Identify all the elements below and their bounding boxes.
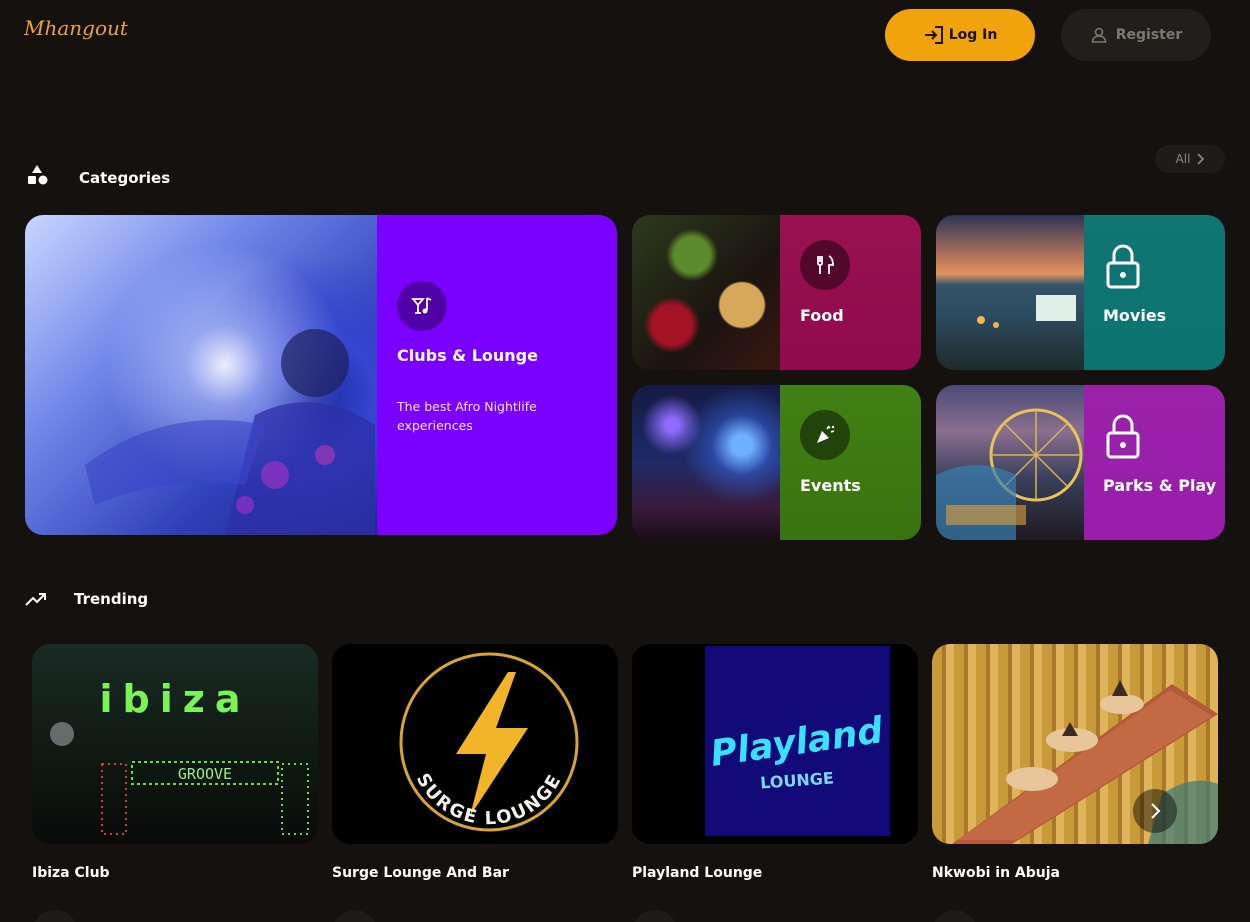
clubs-panel bbox=[377, 215, 617, 535]
category-card-events[interactable]: Events bbox=[632, 385, 921, 540]
trending-up-icon bbox=[25, 593, 46, 606]
ibiza-sign-illustration: ibiza GROOVE bbox=[50, 677, 309, 835]
brand-logo[interactable]: Mhangout bbox=[23, 14, 129, 46]
login-icon bbox=[924, 26, 943, 44]
ibiza-favorite-button[interactable] bbox=[32, 910, 78, 922]
surge-favorite-button[interactable] bbox=[332, 910, 378, 922]
cocktail-music-icon bbox=[397, 281, 447, 331]
surge-logo-illustration: SURGE LOUNGE bbox=[399, 652, 579, 832]
ibiza-groove-text: GROOVE bbox=[178, 765, 232, 783]
surge-image: SURGE LOUNGE bbox=[332, 644, 618, 844]
food-panel bbox=[780, 215, 921, 370]
parks-play-label: Parks & Play bbox=[1103, 476, 1217, 495]
playland-sign-illustration: Playland LOUNGE bbox=[705, 646, 890, 836]
beach-screen-illustration bbox=[977, 295, 1076, 328]
trending-item-nkwobi[interactable]: Nkwobi in Abuja bbox=[932, 644, 1218, 922]
register-label: Register bbox=[1115, 27, 1183, 43]
trending-header: Trending bbox=[25, 590, 148, 608]
lock-icon bbox=[1103, 409, 1143, 459]
categories-header: Categories bbox=[27, 163, 170, 187]
events-label: Events bbox=[800, 476, 861, 495]
playland-favorite-button[interactable] bbox=[632, 910, 678, 922]
events-panel bbox=[780, 385, 921, 540]
user-icon bbox=[1091, 27, 1107, 43]
food-photo bbox=[632, 215, 780, 370]
ibiza-image: ibiza GROOVE bbox=[32, 644, 318, 844]
clubs-label: Clubs & Lounge bbox=[397, 346, 538, 365]
all-categories-button[interactable]: All bbox=[1155, 145, 1225, 173]
dj-illustration bbox=[85, 329, 375, 535]
ibiza-name: Ibiza Club bbox=[32, 865, 110, 881]
utensils-icon bbox=[800, 240, 850, 290]
movies-photo bbox=[936, 215, 1084, 370]
all-label: All bbox=[1175, 152, 1191, 166]
register-button[interactable]: Register bbox=[1061, 9, 1211, 61]
logo-text: Mhangout bbox=[24, 16, 128, 40]
surge-name: Surge Lounge And Bar bbox=[332, 865, 509, 881]
trending-item-playland[interactable]: Playland LOUNGE Playland Lounge bbox=[632, 644, 918, 922]
nkwobi-favorite-button[interactable] bbox=[932, 910, 978, 922]
food-label: Food bbox=[800, 306, 844, 325]
category-card-food[interactable]: Food bbox=[632, 215, 921, 370]
lock-icon bbox=[1103, 239, 1143, 289]
movies-label: Movies bbox=[1103, 306, 1167, 325]
trending-item-surge[interactable]: SURGE LOUNGE Surge Lounge And Bar bbox=[332, 644, 618, 922]
playland-name: Playland Lounge bbox=[632, 865, 763, 881]
shapes-icon bbox=[28, 165, 48, 185]
events-photo bbox=[632, 385, 780, 540]
playland-image: Playland LOUNGE bbox=[632, 644, 918, 844]
ferris-wheel-illustration bbox=[936, 408, 1083, 540]
categories-title: Categories bbox=[79, 169, 171, 187]
chevron-right-icon bbox=[1197, 153, 1205, 165]
trending-item-ibiza[interactable]: ibiza GROOVE Ibiza Club bbox=[32, 644, 318, 922]
category-card-movies[interactable]: Movies bbox=[936, 215, 1225, 370]
clubs-photo bbox=[25, 215, 377, 535]
ibiza-sign-text: ibiza bbox=[99, 677, 250, 721]
parks-photo bbox=[936, 385, 1084, 540]
nkwobi-image bbox=[932, 644, 1218, 844]
brand-logo-mark: Mhangout bbox=[23, 16, 129, 40]
login-button[interactable]: Log In bbox=[885, 9, 1035, 61]
login-label: Log In bbox=[948, 27, 998, 43]
category-card-parks-play[interactable]: Parks & Play bbox=[936, 385, 1225, 540]
chevron-right-icon bbox=[1151, 803, 1161, 819]
trending-title: Trending bbox=[74, 590, 149, 608]
nkwobi-name: Nkwobi in Abuja bbox=[932, 865, 1060, 881]
carousel-next-button[interactable] bbox=[1133, 789, 1177, 833]
clubs-description: The best Afro Nightlife experiences bbox=[397, 399, 537, 433]
party-popper-icon bbox=[800, 410, 850, 460]
category-card-clubs-lounge[interactable]: Clubs & Lounge The best Afro Nightlife e… bbox=[25, 215, 617, 535]
